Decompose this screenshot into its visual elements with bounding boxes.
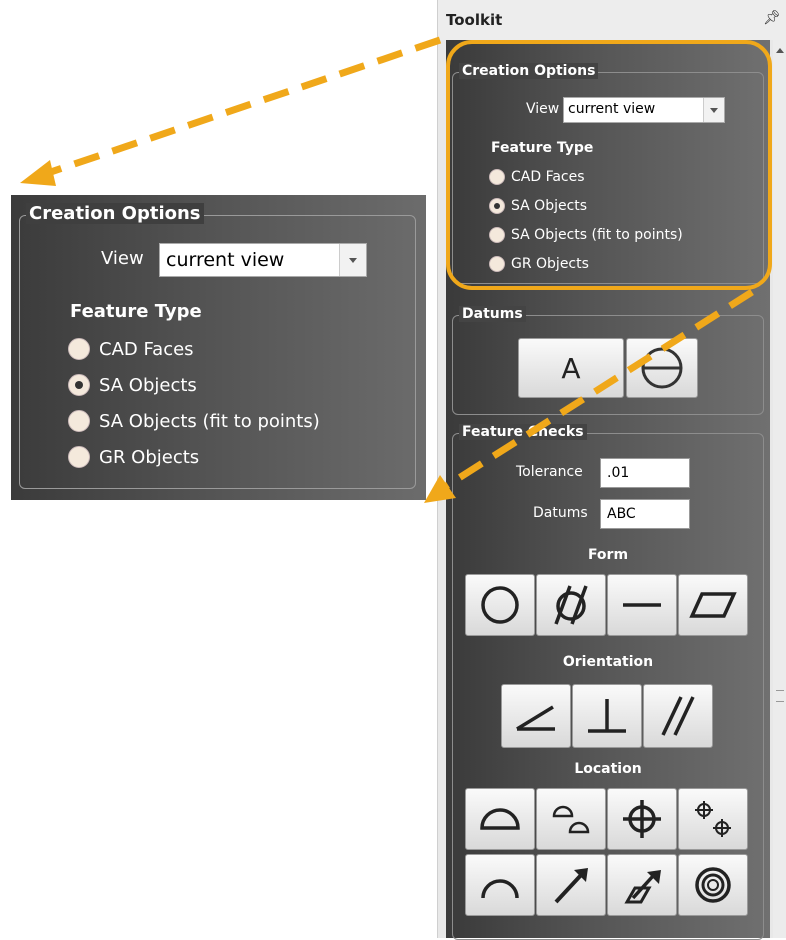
arrow-top: [40, 36, 442, 179]
callout-arrows: [20, 36, 754, 503]
arrow-bottom: [438, 289, 754, 493]
arrow-bottom-head: [424, 475, 456, 503]
arrow-top-head: [20, 160, 56, 186]
